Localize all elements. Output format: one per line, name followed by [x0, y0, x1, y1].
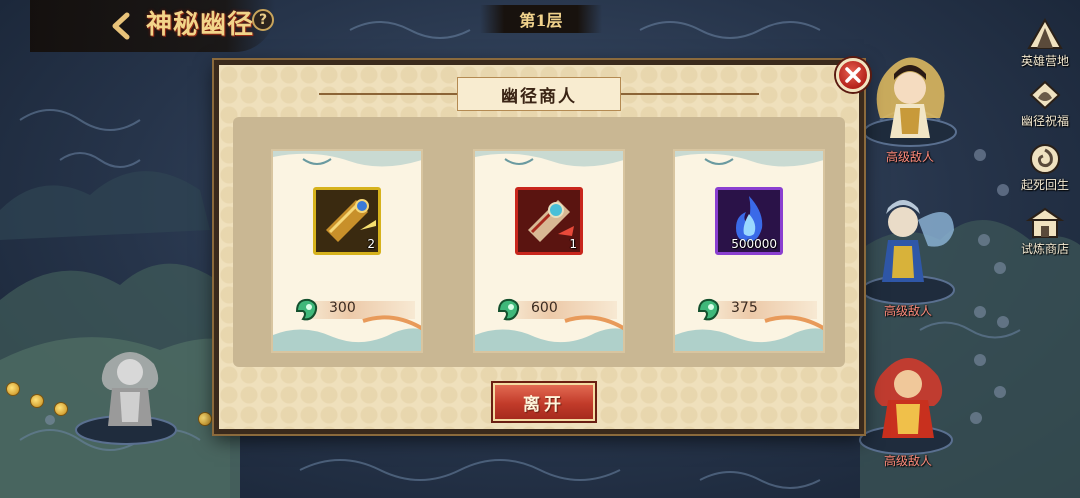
enemy-top[interactable]: 高级敌人 [860, 48, 960, 164]
blessing-icon [1025, 78, 1065, 112]
shop-item-card[interactable]: 500000 375 [673, 149, 825, 353]
side-item-label: 试炼商店 [1020, 242, 1069, 256]
header-divider-left [319, 93, 457, 95]
revive-icon [1025, 142, 1065, 176]
page-title: 神秘幽径 [146, 10, 255, 40]
help-button[interactable]: ? [252, 9, 274, 31]
item-count: 500000 [731, 237, 777, 251]
card-top-decor [273, 151, 421, 167]
floor-banner: 第1层 [480, 5, 602, 33]
merchant-dialog: 幽径商人 2 300 1 600 500000 375 离开 [214, 60, 864, 434]
header-divider-right [621, 93, 759, 95]
enemy-label: 高级敌人 [885, 150, 934, 164]
coin-icon [54, 402, 68, 416]
side-item-hero-camp[interactable]: 英雄营地 [1010, 18, 1080, 74]
side-item-blessing[interactable]: 幽径祝福 [1010, 78, 1080, 134]
coin-icon [198, 412, 212, 426]
enemy-portrait [874, 358, 943, 438]
close-button[interactable] [836, 58, 870, 92]
card-bottom-decor [273, 315, 421, 351]
enemy-label: 高级敌人 [883, 304, 932, 318]
shop-icon [1025, 206, 1065, 240]
shop-item-card[interactable]: 2 300 [271, 149, 423, 353]
enemy-portrait [882, 200, 954, 282]
red-scroll-icon: 1 [515, 187, 583, 255]
leave-button[interactable]: 离开 [493, 383, 595, 421]
enemy-middle[interactable]: 高级敌人 [858, 190, 958, 318]
shop-item-card[interactable]: 1 600 [473, 149, 625, 353]
item-count: 1 [569, 237, 577, 251]
enemy-portrait [876, 57, 945, 138]
card-top-decor [475, 151, 623, 167]
enemy-portrait-grey [101, 352, 159, 426]
enemy-label: 高级敌人 [883, 454, 932, 468]
card-bottom-decor [475, 315, 623, 351]
item-price: 300 [329, 300, 356, 316]
coin-icon [30, 394, 44, 408]
enemy-bottom[interactable]: 高级敌人 [858, 346, 958, 468]
gold-scroll-icon: 2 [313, 187, 381, 255]
side-item-label: 幽径祝福 [1020, 114, 1069, 128]
card-top-decor [675, 151, 823, 167]
soul-flame-icon: 500000 [715, 187, 783, 255]
side-item-revive[interactable]: 起死回生 [1010, 142, 1080, 198]
card-bottom-decor [675, 315, 823, 351]
item-price: 375 [731, 300, 758, 316]
tent-icon [1025, 18, 1065, 52]
item-count: 2 [367, 237, 375, 251]
dialog-title-plate: 幽径商人 [457, 77, 621, 111]
back-button[interactable] [104, 8, 140, 44]
enemy-defeated[interactable] [80, 340, 180, 430]
coin-icon [6, 382, 20, 396]
dialog-title: 幽径商人 [501, 86, 577, 107]
leave-button-label: 离开 [523, 394, 565, 415]
floor-label: 第1层 [519, 11, 563, 30]
side-item-label: 英雄营地 [1020, 54, 1069, 68]
item-price: 600 [531, 300, 558, 316]
back-arrow-icon [112, 12, 130, 40]
close-icon [845, 67, 861, 83]
side-item-trial-shop[interactable]: 试炼商店 [1010, 206, 1080, 262]
side-item-label: 起死回生 [1020, 178, 1069, 192]
